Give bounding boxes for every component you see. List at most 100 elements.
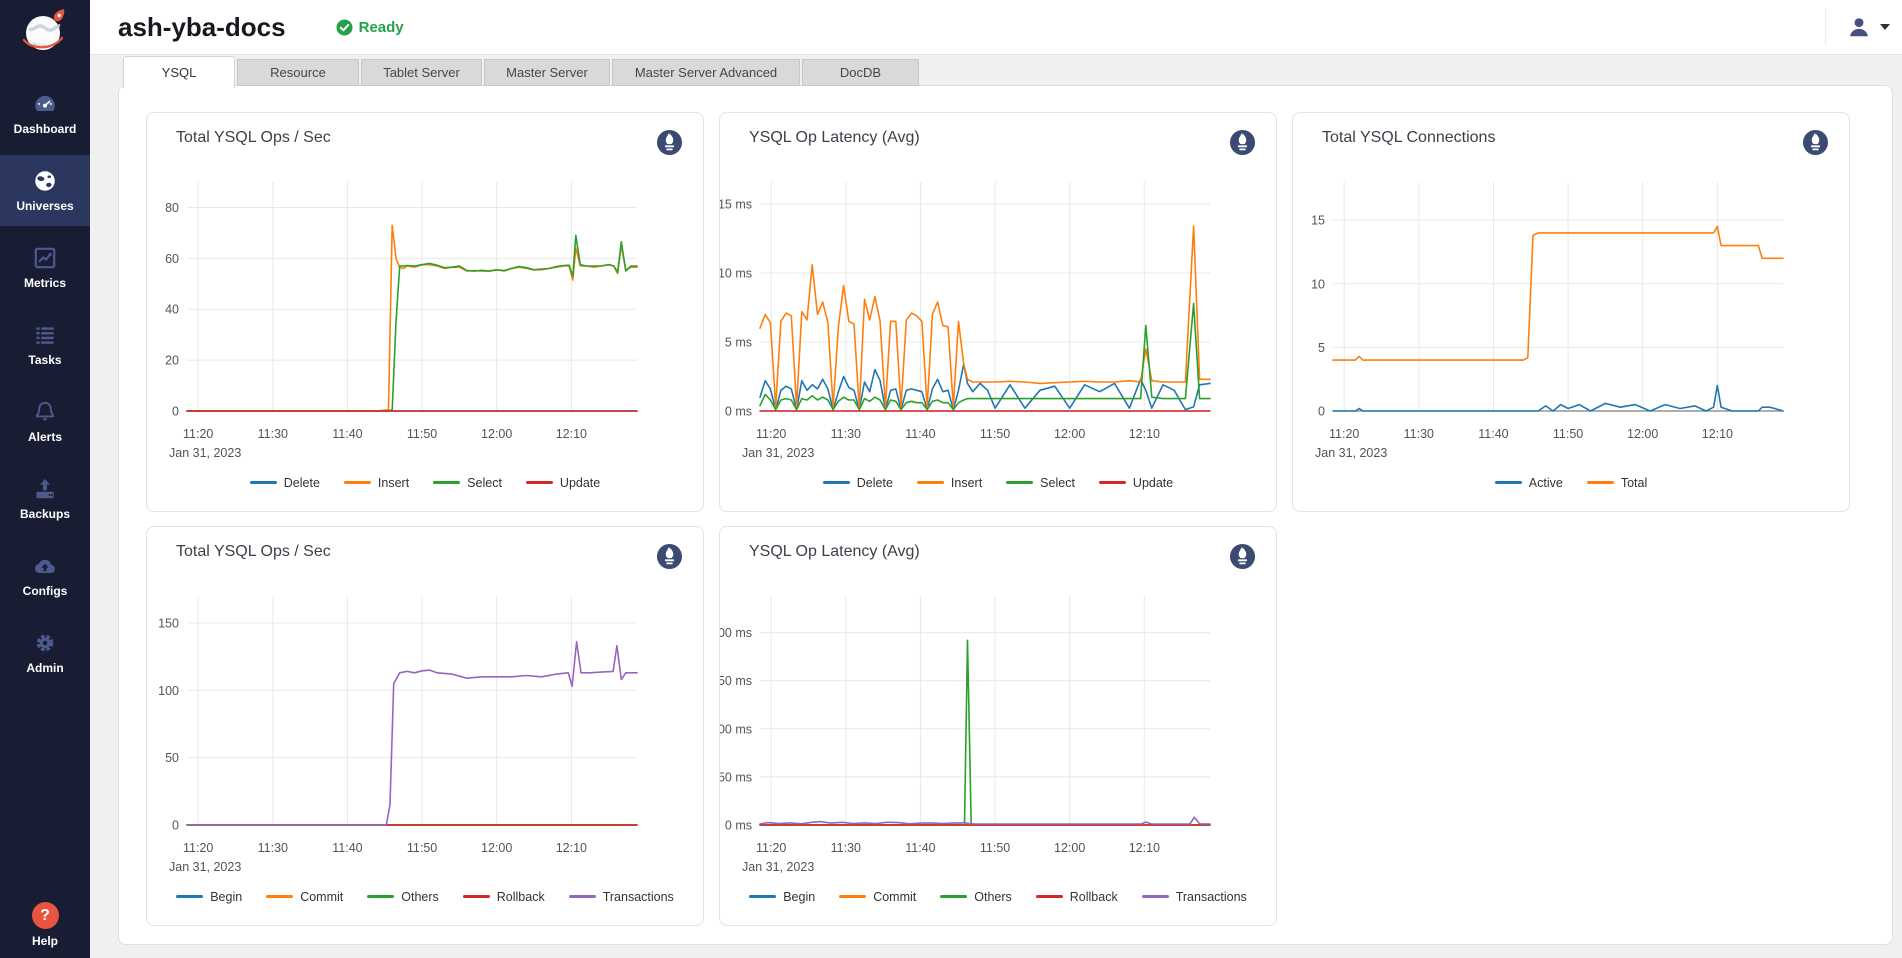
legend-item-insert[interactable]: Insert: [917, 476, 982, 490]
chevron-down-icon: [1880, 24, 1890, 30]
sidebar-item-metrics[interactable]: Metrics: [0, 232, 90, 303]
series-line-others: [760, 640, 1210, 825]
legend-swatch-icon: [266, 895, 293, 899]
x-axis-tick-label: 11:30: [1404, 427, 1434, 441]
x-axis-tick-label: 11:20: [183, 427, 213, 441]
dashboard-gauge-icon: [32, 91, 58, 117]
configs-cloud-icon: [32, 553, 58, 579]
legend-swatch-icon: [250, 481, 277, 485]
x-axis-tick-label: 11:20: [1329, 427, 1359, 441]
x-axis-tick-label: 11:50: [407, 427, 437, 441]
legend-swatch-icon: [367, 895, 394, 899]
x-axis-tick-label: 11:50: [980, 427, 1010, 441]
chart-title: Total YSQL Ops / Sec: [176, 129, 331, 147]
x-axis-tick-label: 11:50: [407, 841, 437, 855]
tab-tablet-server[interactable]: Tablet Server: [361, 59, 482, 86]
sidebar-item-tasks[interactable]: Tasks: [0, 309, 90, 380]
chart-plot-area[interactable]: 11:2011:3011:4011:5012:0012:10050100150J…: [147, 574, 703, 874]
metrics-panel: Total YSQL Ops / Sec 11:2011:3011:4011:5…: [118, 85, 1893, 945]
chart-plot-area[interactable]: 11:2011:3011:4011:5012:0012:10051015Jan …: [1293, 160, 1849, 460]
series-line-transactions: [760, 817, 1210, 824]
y-axis-tick-label: 15: [1311, 214, 1325, 228]
legend-swatch-icon: [463, 895, 490, 899]
user-menu[interactable]: [1825, 8, 1902, 46]
legend-label: Insert: [951, 476, 982, 490]
legend-item-transactions[interactable]: Transactions: [1142, 890, 1247, 904]
y-axis-tick-label: 0: [172, 819, 179, 833]
chart-card-header: YSQL Op Latency (Avg): [720, 527, 1276, 574]
legend-item-update[interactable]: Update: [1099, 476, 1173, 490]
x-axis-tick-label: 12:10: [1129, 427, 1160, 441]
prometheus-icon[interactable]: [1229, 129, 1256, 156]
chart-title: YSQL Op Latency (Avg): [749, 129, 920, 147]
legend-item-begin[interactable]: Begin: [176, 890, 242, 904]
universe-title: ash-yba-docs: [118, 12, 286, 43]
x-axis-date-label: Jan 31, 2023: [742, 860, 814, 874]
legend-swatch-icon: [823, 481, 850, 485]
sidebar-item-universes[interactable]: Universes: [0, 155, 90, 226]
legend-item-others[interactable]: Others: [940, 890, 1012, 904]
legend-label: Select: [1040, 476, 1075, 490]
yugabyte-logo[interactable]: [0, 0, 90, 66]
tab-docdb[interactable]: DocDB: [802, 59, 919, 86]
legend-item-delete[interactable]: Delete: [823, 476, 893, 490]
legend-label: Begin: [210, 890, 242, 904]
tab-master-server[interactable]: Master Server: [484, 59, 610, 86]
legend-swatch-icon: [433, 481, 460, 485]
sidebar-item-label: Help: [32, 934, 58, 948]
sidebar-item-admin[interactable]: Admin: [0, 617, 90, 688]
sidebar-item-help[interactable]: ? Help: [0, 902, 90, 948]
sidebar-item-label: Universes: [16, 199, 73, 213]
legend-item-commit[interactable]: Commit: [266, 890, 343, 904]
legend-item-others[interactable]: Others: [367, 890, 439, 904]
tab-ysql[interactable]: YSQL: [123, 56, 235, 88]
legend-item-rollback[interactable]: Rollback: [1036, 890, 1118, 904]
legend-item-commit[interactable]: Commit: [839, 890, 916, 904]
x-axis-date-label: Jan 31, 2023: [742, 446, 814, 460]
sidebar-item-configs[interactable]: Configs: [0, 540, 90, 611]
legend-item-update[interactable]: Update: [526, 476, 600, 490]
x-axis-tick-label: 12:00: [481, 427, 512, 441]
y-axis-tick-label: 0 ms: [725, 819, 752, 833]
legend-item-total[interactable]: Total: [1587, 476, 1647, 490]
legend-item-insert[interactable]: Insert: [344, 476, 409, 490]
legend-item-rollback[interactable]: Rollback: [463, 890, 545, 904]
chart-legend: Begin Commit Others Rollback Transactions: [720, 874, 1276, 925]
chart-card-total-ysql-ops: Total YSQL Ops / Sec 11:2011:3011:4011:5…: [146, 112, 704, 512]
y-axis-tick-label: 0: [172, 405, 179, 419]
sidebar-item-dashboard[interactable]: Dashboard: [0, 78, 90, 149]
chart-plot-area[interactable]: 11:2011:3011:4011:5012:0012:10020406080J…: [147, 160, 703, 460]
chart-plot-area[interactable]: 11:2011:3011:4011:5012:0012:100 ms5 ms10…: [720, 160, 1276, 460]
x-axis-tick-label: 12:00: [1627, 427, 1658, 441]
legend-swatch-icon: [1495, 481, 1522, 485]
sidebar-item-backups[interactable]: Backups: [0, 463, 90, 534]
prometheus-icon[interactable]: [1802, 129, 1829, 156]
chart-card-total-ysql-ops-transactions: Total YSQL Ops / Sec 11:2011:3011:4011:5…: [146, 526, 704, 926]
x-axis-tick-label: 12:10: [556, 427, 587, 441]
x-axis-tick-label: 11:40: [905, 841, 935, 855]
prometheus-icon[interactable]: [1229, 543, 1256, 570]
tab-master-server-advanced[interactable]: Master Server Advanced: [612, 59, 800, 86]
legend-label: Select: [467, 476, 502, 490]
sidebar-item-label: Configs: [23, 584, 68, 598]
x-axis-tick-label: 11:20: [756, 427, 786, 441]
legend-item-begin[interactable]: Begin: [749, 890, 815, 904]
y-axis-tick-label: 10 ms: [720, 267, 752, 281]
legend-item-delete[interactable]: Delete: [250, 476, 320, 490]
legend-swatch-icon: [1036, 895, 1063, 899]
chart-plot-area[interactable]: 11:2011:3011:4011:5012:0012:100 ms50 ms1…: [720, 574, 1276, 874]
y-axis-tick-label: 5: [1318, 341, 1325, 355]
legend-label: Update: [560, 476, 600, 490]
legend-item-select[interactable]: Select: [1006, 476, 1075, 490]
tab-resource[interactable]: Resource: [237, 59, 359, 86]
prometheus-icon[interactable]: [656, 543, 683, 570]
x-axis-date-label: Jan 31, 2023: [169, 446, 241, 460]
legend-label: Others: [974, 890, 1012, 904]
legend-item-transactions[interactable]: Transactions: [569, 890, 674, 904]
sidebar-item-alerts[interactable]: Alerts: [0, 386, 90, 457]
legend-item-select[interactable]: Select: [433, 476, 502, 490]
legend-item-active[interactable]: Active: [1495, 476, 1563, 490]
y-axis-tick-label: 50: [165, 751, 179, 765]
prometheus-icon[interactable]: [656, 129, 683, 156]
universes-globe-icon: [32, 168, 58, 194]
